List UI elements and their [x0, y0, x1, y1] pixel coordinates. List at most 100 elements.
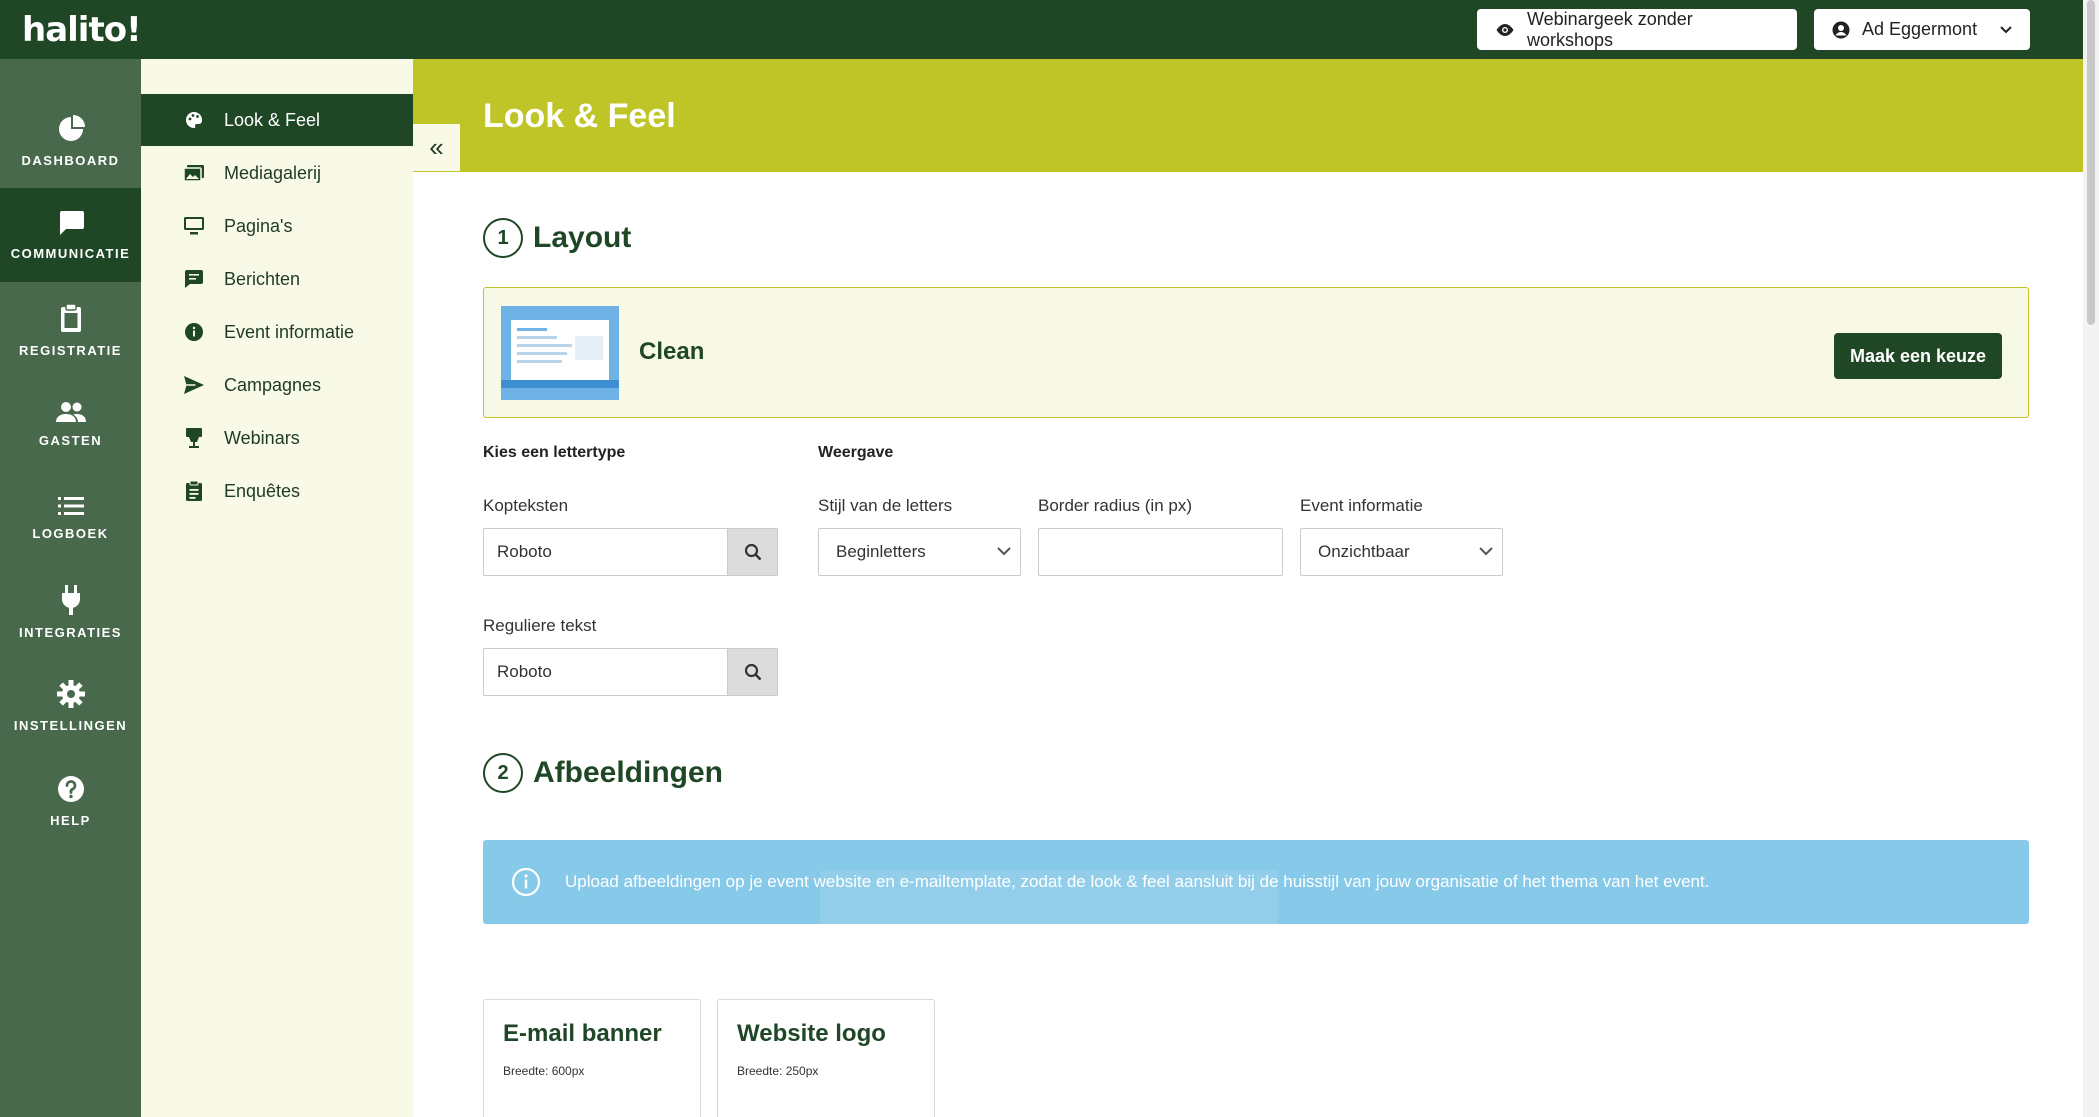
- body-font-label: Reguliere tekst: [483, 616, 597, 635]
- nav-label: COMMUNICATIE: [10, 245, 131, 261]
- layout-name: Clean: [639, 338, 705, 365]
- body-font-input[interactable]: Roboto: [483, 648, 778, 696]
- headings-font-label: Kopteksten: [483, 496, 569, 515]
- palette-icon: [186, 111, 203, 128]
- chevron-down-icon: [997, 547, 1011, 556]
- user-menu-button[interactable]: Ad Eggermont: [1814, 9, 2030, 50]
- letter-style-select[interactable]: Beginletters: [818, 528, 1021, 576]
- section-number: 1: [483, 218, 523, 258]
- font-group-label: Kies een lettertype: [483, 444, 626, 461]
- subnav-label: Webinars: [224, 427, 300, 448]
- collapse-sidebar-button[interactable]: «: [413, 124, 460, 171]
- subnav-item-campagnes[interactable]: Campagnes: [141, 359, 413, 411]
- chevron-down-icon: [2000, 25, 2012, 33]
- send-icon: [184, 376, 204, 394]
- body-font-value: Roboto: [497, 662, 552, 681]
- nav-label: REGISTRATIE: [19, 342, 122, 358]
- section-title: Layout: [533, 221, 632, 254]
- nav-label: GASTEN: [38, 432, 103, 448]
- images-section-heading: 2 Afbeeldingen: [483, 753, 723, 793]
- layout-section-heading: 1 Layout: [483, 218, 631, 258]
- survey-icon: [186, 481, 202, 501]
- headings-font-search-button[interactable]: [727, 528, 778, 576]
- nav-logboek[interactable]: LOGBOEK: [0, 471, 141, 565]
- body-font-search-button[interactable]: [727, 648, 778, 696]
- preview-button-label: Webinargeek zonder workshops: [1527, 8, 1693, 50]
- nav-label: INSTELLINGEN: [13, 717, 128, 733]
- page-scrollbar-thumb[interactable]: [2087, 0, 2095, 325]
- nav-label: LOGBOEK: [32, 525, 109, 541]
- users-icon: [55, 401, 86, 422]
- image-card-title: E-mail banner: [503, 1020, 662, 1047]
- nav-registratie[interactable]: REGISTRATIE: [0, 283, 141, 377]
- headings-font-input[interactable]: Roboto: [483, 528, 778, 576]
- nav-label: DASHBOARD: [21, 152, 120, 168]
- letter-style-value: Beginletters: [836, 542, 926, 561]
- nav-gasten[interactable]: GASTEN: [0, 377, 141, 471]
- subnav-item-look-feel[interactable]: Look & Feel: [141, 94, 413, 146]
- search-icon: [744, 663, 761, 681]
- plug-icon: [61, 584, 80, 615]
- subnav-item-event-informatie[interactable]: Event informatie: [141, 306, 413, 358]
- help-icon: [57, 775, 84, 802]
- image-card-title: Website logo: [737, 1020, 886, 1047]
- preview-button[interactable]: Webinargeek zonder workshops: [1477, 9, 1797, 50]
- nav-integraties[interactable]: INTEGRATIES: [0, 565, 141, 659]
- subnav-label: Campagnes: [224, 374, 322, 395]
- chevron-down-icon: [1479, 547, 1493, 556]
- layout-thumbnail: [501, 306, 619, 400]
- subnav-item-enquetes[interactable]: Enquêtes: [141, 465, 413, 517]
- message-icon: [185, 270, 203, 288]
- double-chevron-left-icon: «: [429, 132, 444, 162]
- list-icon: [57, 496, 84, 515]
- subnav-label: Enquêtes: [224, 480, 301, 501]
- nav-help[interactable]: HELP: [0, 754, 141, 848]
- image-card-email-banner[interactable]: E-mail banner Breedte: 600px: [483, 999, 701, 1117]
- event-info-label: Event informatie: [1300, 496, 1423, 515]
- nav-label: HELP: [50, 812, 91, 828]
- nav-communicatie[interactable]: COMMUNICATIE: [0, 188, 141, 282]
- user-name: Ad Eggermont: [1862, 19, 1978, 39]
- subnav-item-mediagalerij[interactable]: Mediagalerij: [141, 147, 413, 199]
- border-radius-label: Border radius (in px): [1038, 496, 1193, 515]
- section-title: Afbeeldingen: [533, 756, 724, 789]
- nav-instellingen[interactable]: INSTELLINGEN: [0, 659, 141, 753]
- chat-icon: [59, 210, 84, 235]
- search-icon: [744, 543, 761, 561]
- app-logo[interactable]: halito!: [22, 10, 142, 50]
- video-overlay: [820, 870, 1278, 953]
- secondary-sidebar: Look & Feel Mediagalerij Pagina's Berich…: [141, 59, 413, 1117]
- primary-sidebar: DASHBOARD COMMUNICATIE REGISTRATIE GASTE…: [0, 59, 141, 1117]
- display-group-label: Weergave: [818, 444, 894, 461]
- section-number: 2: [483, 753, 523, 793]
- subnav-label: Look & Feel: [224, 109, 321, 130]
- layout-card: Clean Maak een keuze: [483, 287, 2029, 418]
- pie-chart-icon: [58, 114, 85, 141]
- border-radius-input[interactable]: [1038, 528, 1283, 576]
- subnav-item-paginas[interactable]: Pagina's: [141, 200, 413, 252]
- images-icon: [184, 165, 204, 181]
- top-bar: halito! Webinargeek zonder workshops Ad …: [0, 0, 2099, 59]
- subnav-label: Pagina's: [224, 215, 293, 236]
- event-info-select[interactable]: Onzichtbaar: [1300, 528, 1503, 576]
- nav-label: INTEGRATIES: [19, 624, 122, 640]
- event-info-value: Onzichtbaar: [1318, 542, 1410, 561]
- user-circle-icon: [1832, 21, 1850, 38]
- info-circle-icon: [511, 867, 541, 897]
- clipboard-icon: [60, 302, 81, 332]
- eye-icon: [1496, 23, 1514, 36]
- image-card-subtitle: Breedte: 600px: [503, 1064, 585, 1078]
- subnav-label: Berichten: [224, 268, 301, 289]
- page-header: Look & Feel: [413, 59, 2083, 172]
- letter-style-label: Stijl van de letters: [818, 496, 953, 515]
- gear-icon: [56, 679, 85, 708]
- subnav-label: Mediagalerij: [224, 162, 322, 183]
- choose-layout-button[interactable]: Maak een keuze: [1834, 333, 2002, 379]
- subnav-item-webinars[interactable]: Webinars: [141, 412, 413, 464]
- subnav-item-berichten[interactable]: Berichten: [141, 253, 413, 305]
- nav-dashboard[interactable]: DASHBOARD: [0, 94, 141, 188]
- headings-font-value: Roboto: [497, 542, 552, 561]
- image-card-website-logo[interactable]: Website logo Breedte: 250px: [717, 999, 935, 1117]
- image-card-subtitle: Breedte: 250px: [737, 1064, 819, 1078]
- page-title: Look & Feel: [483, 97, 676, 135]
